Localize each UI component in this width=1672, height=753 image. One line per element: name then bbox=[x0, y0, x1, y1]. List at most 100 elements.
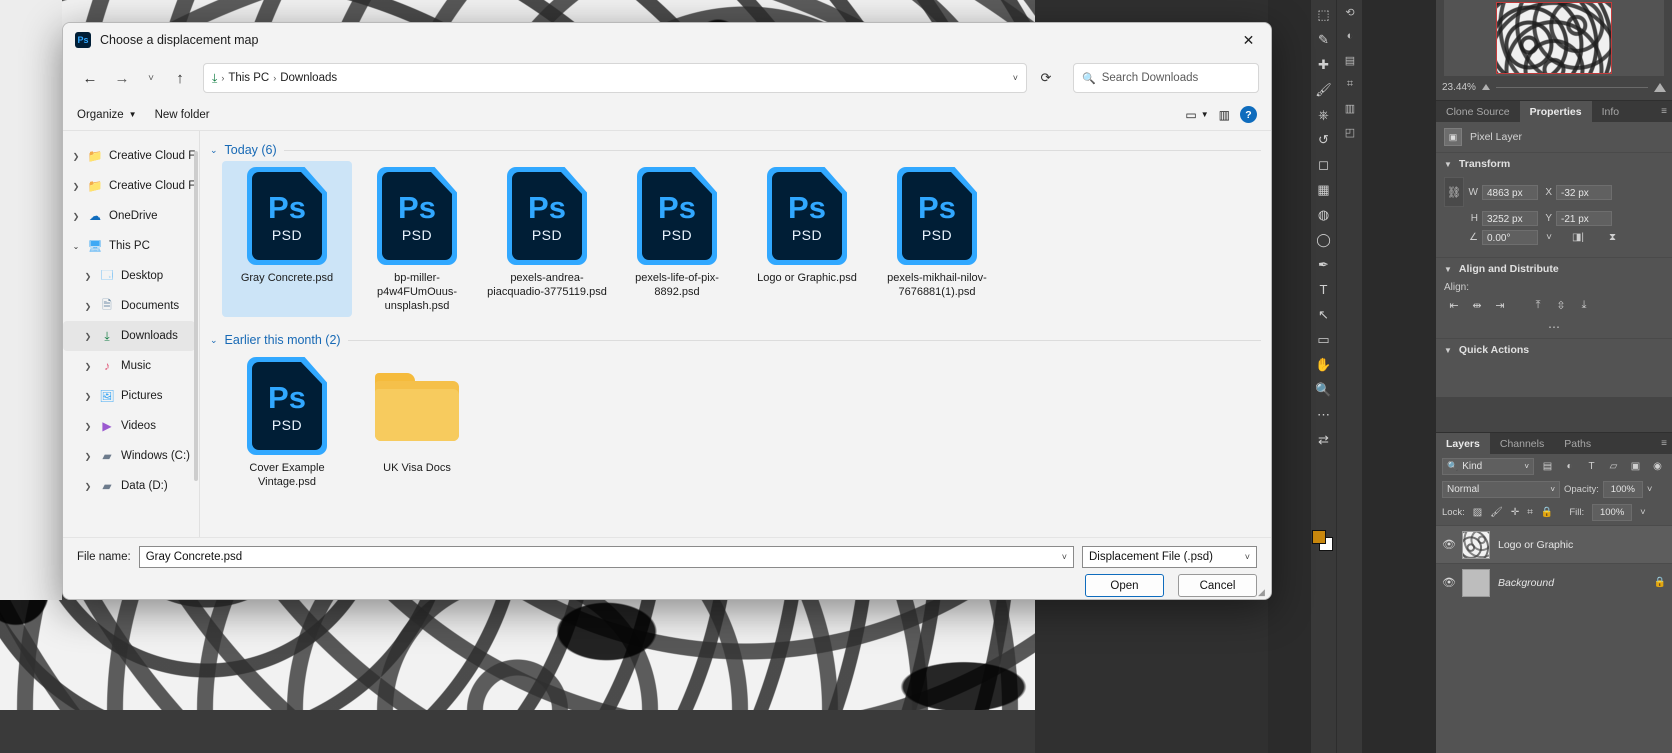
dialog-navigation-bar[interactable]: ← → ˅ ↑ ⤓ › This PC › Downloads ˅ ⟳ 🔍 Se… bbox=[63, 57, 1271, 99]
refresh-icon[interactable]: ⟳ bbox=[1031, 63, 1061, 93]
layer-filter-row[interactable]: 🔍 Kind ˅ ▤ ◐ T ▱ ▣ ◉ bbox=[1436, 454, 1672, 479]
chevron-down-icon[interactable]: ˅ bbox=[1062, 552, 1067, 562]
filter-adjustment-icon[interactable]: ◐ bbox=[1561, 458, 1578, 475]
file-list-area[interactable]: ⌄ Today (6) Ps PSD Gray Concrete.psd Ps … bbox=[200, 131, 1271, 539]
edit-toolbar-icon[interactable]: ⇄ bbox=[1312, 427, 1336, 452]
sidebar-item-documents[interactable]: ❯ 🗎 Documents bbox=[63, 291, 199, 321]
layer-row-background[interactable]: 👁 Background 🔒 bbox=[1436, 563, 1672, 601]
new-folder-button[interactable]: New folder bbox=[155, 109, 210, 121]
history-brush-icon[interactable]: ↺ bbox=[1312, 127, 1336, 152]
align-middle-v-icon[interactable]: ⇳ bbox=[1551, 297, 1571, 314]
chevron-down-icon[interactable]: ⌄ bbox=[71, 242, 81, 251]
dodge-icon[interactable]: ◯ bbox=[1312, 227, 1336, 252]
hand-icon[interactable]: ✋ bbox=[1312, 352, 1336, 377]
group-header-today[interactable]: ⌄ Today (6) bbox=[210, 143, 1271, 157]
libraries-icon[interactable]: ▤ bbox=[1337, 48, 1363, 72]
chevron-right-icon[interactable]: ❯ bbox=[83, 272, 93, 281]
file-type-select[interactable]: Displacement File (.psd) ˅ bbox=[1082, 546, 1257, 568]
tab-paths[interactable]: Paths bbox=[1554, 433, 1602, 454]
angle-field[interactable]: 0.00° bbox=[1482, 230, 1538, 245]
brush-icon[interactable]: 🖌 bbox=[1312, 77, 1336, 102]
filter-type-icon[interactable]: T bbox=[1583, 458, 1600, 475]
lock-image-icon[interactable]: 🖌 bbox=[1490, 507, 1503, 518]
rectangle-icon[interactable]: ▭ bbox=[1312, 327, 1336, 352]
gradient-icon[interactable]: ▦ bbox=[1312, 177, 1336, 202]
eyedropper-icon[interactable]: ✎ bbox=[1312, 27, 1336, 52]
filter-shape-icon[interactable]: ▱ bbox=[1605, 458, 1622, 475]
chevron-right-icon[interactable]: ❯ bbox=[83, 332, 93, 341]
file-tile[interactable]: Ps PSD Logo or Graphic.psd bbox=[742, 161, 872, 317]
chevron-down-icon[interactable]: ˅ bbox=[139, 63, 163, 93]
chevron-down-icon[interactable]: ⌄ bbox=[210, 335, 218, 346]
fill-value[interactable]: 100% bbox=[1592, 504, 1633, 521]
sidebar-item-downloads[interactable]: ❯ ⤓ Downloads bbox=[63, 321, 195, 351]
transform-section-header[interactable]: ▼ Transform bbox=[1436, 152, 1672, 175]
blend-mode-row[interactable]: Normal ˅ Opacity: 100% ˅ bbox=[1436, 479, 1672, 500]
navigator-zoom-row[interactable]: 23.44% bbox=[1436, 78, 1672, 96]
file-tile[interactable]: Ps PSD pexels-andrea-piacquadio-3775119.… bbox=[482, 161, 612, 317]
organize-button[interactable]: Organize ▼ bbox=[77, 109, 137, 121]
align-top-icon[interactable]: ⤒ bbox=[1528, 297, 1548, 314]
lock-artboard-icon[interactable]: ⌗ bbox=[1527, 507, 1533, 518]
close-icon[interactable]: ✕ bbox=[1226, 23, 1271, 57]
search-input[interactable]: 🔍 Search Downloads bbox=[1073, 63, 1259, 93]
chevron-right-icon[interactable]: ❯ bbox=[83, 452, 93, 461]
layer-row-logo-or-graphic[interactable]: 👁 Logo or Graphic bbox=[1436, 525, 1672, 563]
document-icon[interactable]: ◰ bbox=[1337, 120, 1363, 144]
layer-kind-select[interactable]: 🔍 Kind ˅ bbox=[1442, 458, 1534, 475]
align-more-icon[interactable]: ⋯ bbox=[1436, 320, 1672, 338]
help-icon[interactable]: ? bbox=[1240, 106, 1257, 123]
chevron-right-icon[interactable]: ❯ bbox=[83, 302, 93, 311]
panel-menu-icon[interactable]: ≡ bbox=[1656, 101, 1672, 122]
link-wh-icon[interactable]: ⛓ bbox=[1444, 177, 1464, 207]
filename-input[interactable]: Gray Concrete.psd ˅ bbox=[138, 546, 1074, 568]
width-field[interactable]: 4863 px bbox=[1482, 184, 1538, 200]
properties-panel-icon[interactable]: ▥ bbox=[1337, 96, 1363, 120]
flip-vertical-icon[interactable]: ⧗ bbox=[1588, 232, 1616, 243]
sidebar-item-desktop[interactable]: ❯ 🗔 Desktop bbox=[63, 261, 199, 291]
chevron-right-icon[interactable]: ❯ bbox=[71, 212, 81, 221]
opacity-value[interactable]: 100% bbox=[1602, 481, 1643, 498]
chevron-right-icon[interactable]: ❯ bbox=[83, 422, 93, 431]
chevron-right-icon[interactable]: ❯ bbox=[83, 362, 93, 371]
fill-caret-icon[interactable]: ˅ bbox=[1640, 507, 1646, 518]
file-tile[interactable]: Ps PSD pexels-life-of-pix-8892.psd bbox=[612, 161, 742, 317]
sidebar-item-data-d[interactable]: ❯ ▰ Data (D:) bbox=[63, 471, 199, 501]
tab-clone-source[interactable]: Clone Source bbox=[1436, 101, 1520, 122]
zoom-out-icon[interactable] bbox=[1481, 84, 1490, 90]
view-layout-icon[interactable]: ▭ ▼ bbox=[1185, 108, 1208, 122]
chevron-right-icon[interactable]: ❯ bbox=[71, 152, 81, 161]
pen-icon[interactable]: ✒ bbox=[1312, 252, 1336, 277]
align-left-icon[interactable]: ⇤ bbox=[1444, 297, 1464, 314]
panel-icon-rail[interactable]: ⟲ ◐ ▤ ⌗ ▥ ◰ bbox=[1336, 0, 1362, 753]
file-picker-dialog[interactable]: Ps Choose a displacement map ✕ ← → ˅ ↑ ⤓… bbox=[62, 22, 1272, 600]
align-right-icon[interactable]: ⇥ bbox=[1490, 297, 1510, 314]
sidebar-item-pictures[interactable]: ❯ 🖼 Pictures bbox=[63, 381, 199, 411]
arrow-up-icon[interactable]: ↑ bbox=[165, 63, 195, 93]
file-tile[interactable]: Ps PSD Cover Example Vintage.psd bbox=[222, 351, 352, 493]
sidebar-item-this-pc[interactable]: ⌄ 🖥 This PC bbox=[63, 231, 199, 261]
sidebar-scrollbar[interactable] bbox=[194, 151, 198, 481]
tab-channels[interactable]: Channels bbox=[1489, 433, 1555, 454]
zoom-icon[interactable]: 🔍 bbox=[1312, 377, 1336, 402]
sidebar-item-onedrive[interactable]: ❯ ☁ OneDrive bbox=[63, 201, 199, 231]
file-tile[interactable]: Ps PSD bp-miller-p4w4FUmOuus-unsplash.ps… bbox=[352, 161, 482, 317]
type-icon[interactable]: T bbox=[1312, 277, 1336, 302]
navigator-panel[interactable] bbox=[1444, 0, 1664, 76]
arrow-back-icon[interactable]: ← bbox=[75, 63, 105, 93]
properties-tabstrip[interactable]: Clone Source Properties Info ≡ bbox=[1436, 100, 1672, 122]
layers-tabstrip[interactable]: Layers Channels Paths ≡ bbox=[1436, 432, 1672, 454]
chevron-down-icon[interactable]: ⌄ bbox=[210, 145, 218, 156]
sidebar-item-videos[interactable]: ❯ ▶ Videos bbox=[63, 411, 199, 441]
layer-visibility-icon[interactable]: 👁 bbox=[1442, 576, 1456, 589]
zoom-slider[interactable] bbox=[1495, 86, 1648, 88]
more-tools-icon[interactable]: ⋯ bbox=[1312, 402, 1336, 427]
open-button[interactable]: Open bbox=[1085, 574, 1164, 597]
lock-transparency-icon[interactable]: ▨ bbox=[1473, 507, 1482, 518]
color-swatches[interactable] bbox=[1312, 530, 1334, 552]
file-tiles-today[interactable]: Ps PSD Gray Concrete.psd Ps PSD bp-mille… bbox=[210, 161, 1271, 317]
sidebar-item-music[interactable]: ❯ ♪ Music bbox=[63, 351, 199, 381]
dialog-command-bar[interactable]: Organize ▼ New folder ▭ ▼ ▥ ? bbox=[63, 99, 1271, 131]
crop-icon[interactable]: ⌗ bbox=[1337, 72, 1363, 96]
angle-caret-icon[interactable]: ˅ bbox=[1542, 232, 1552, 243]
